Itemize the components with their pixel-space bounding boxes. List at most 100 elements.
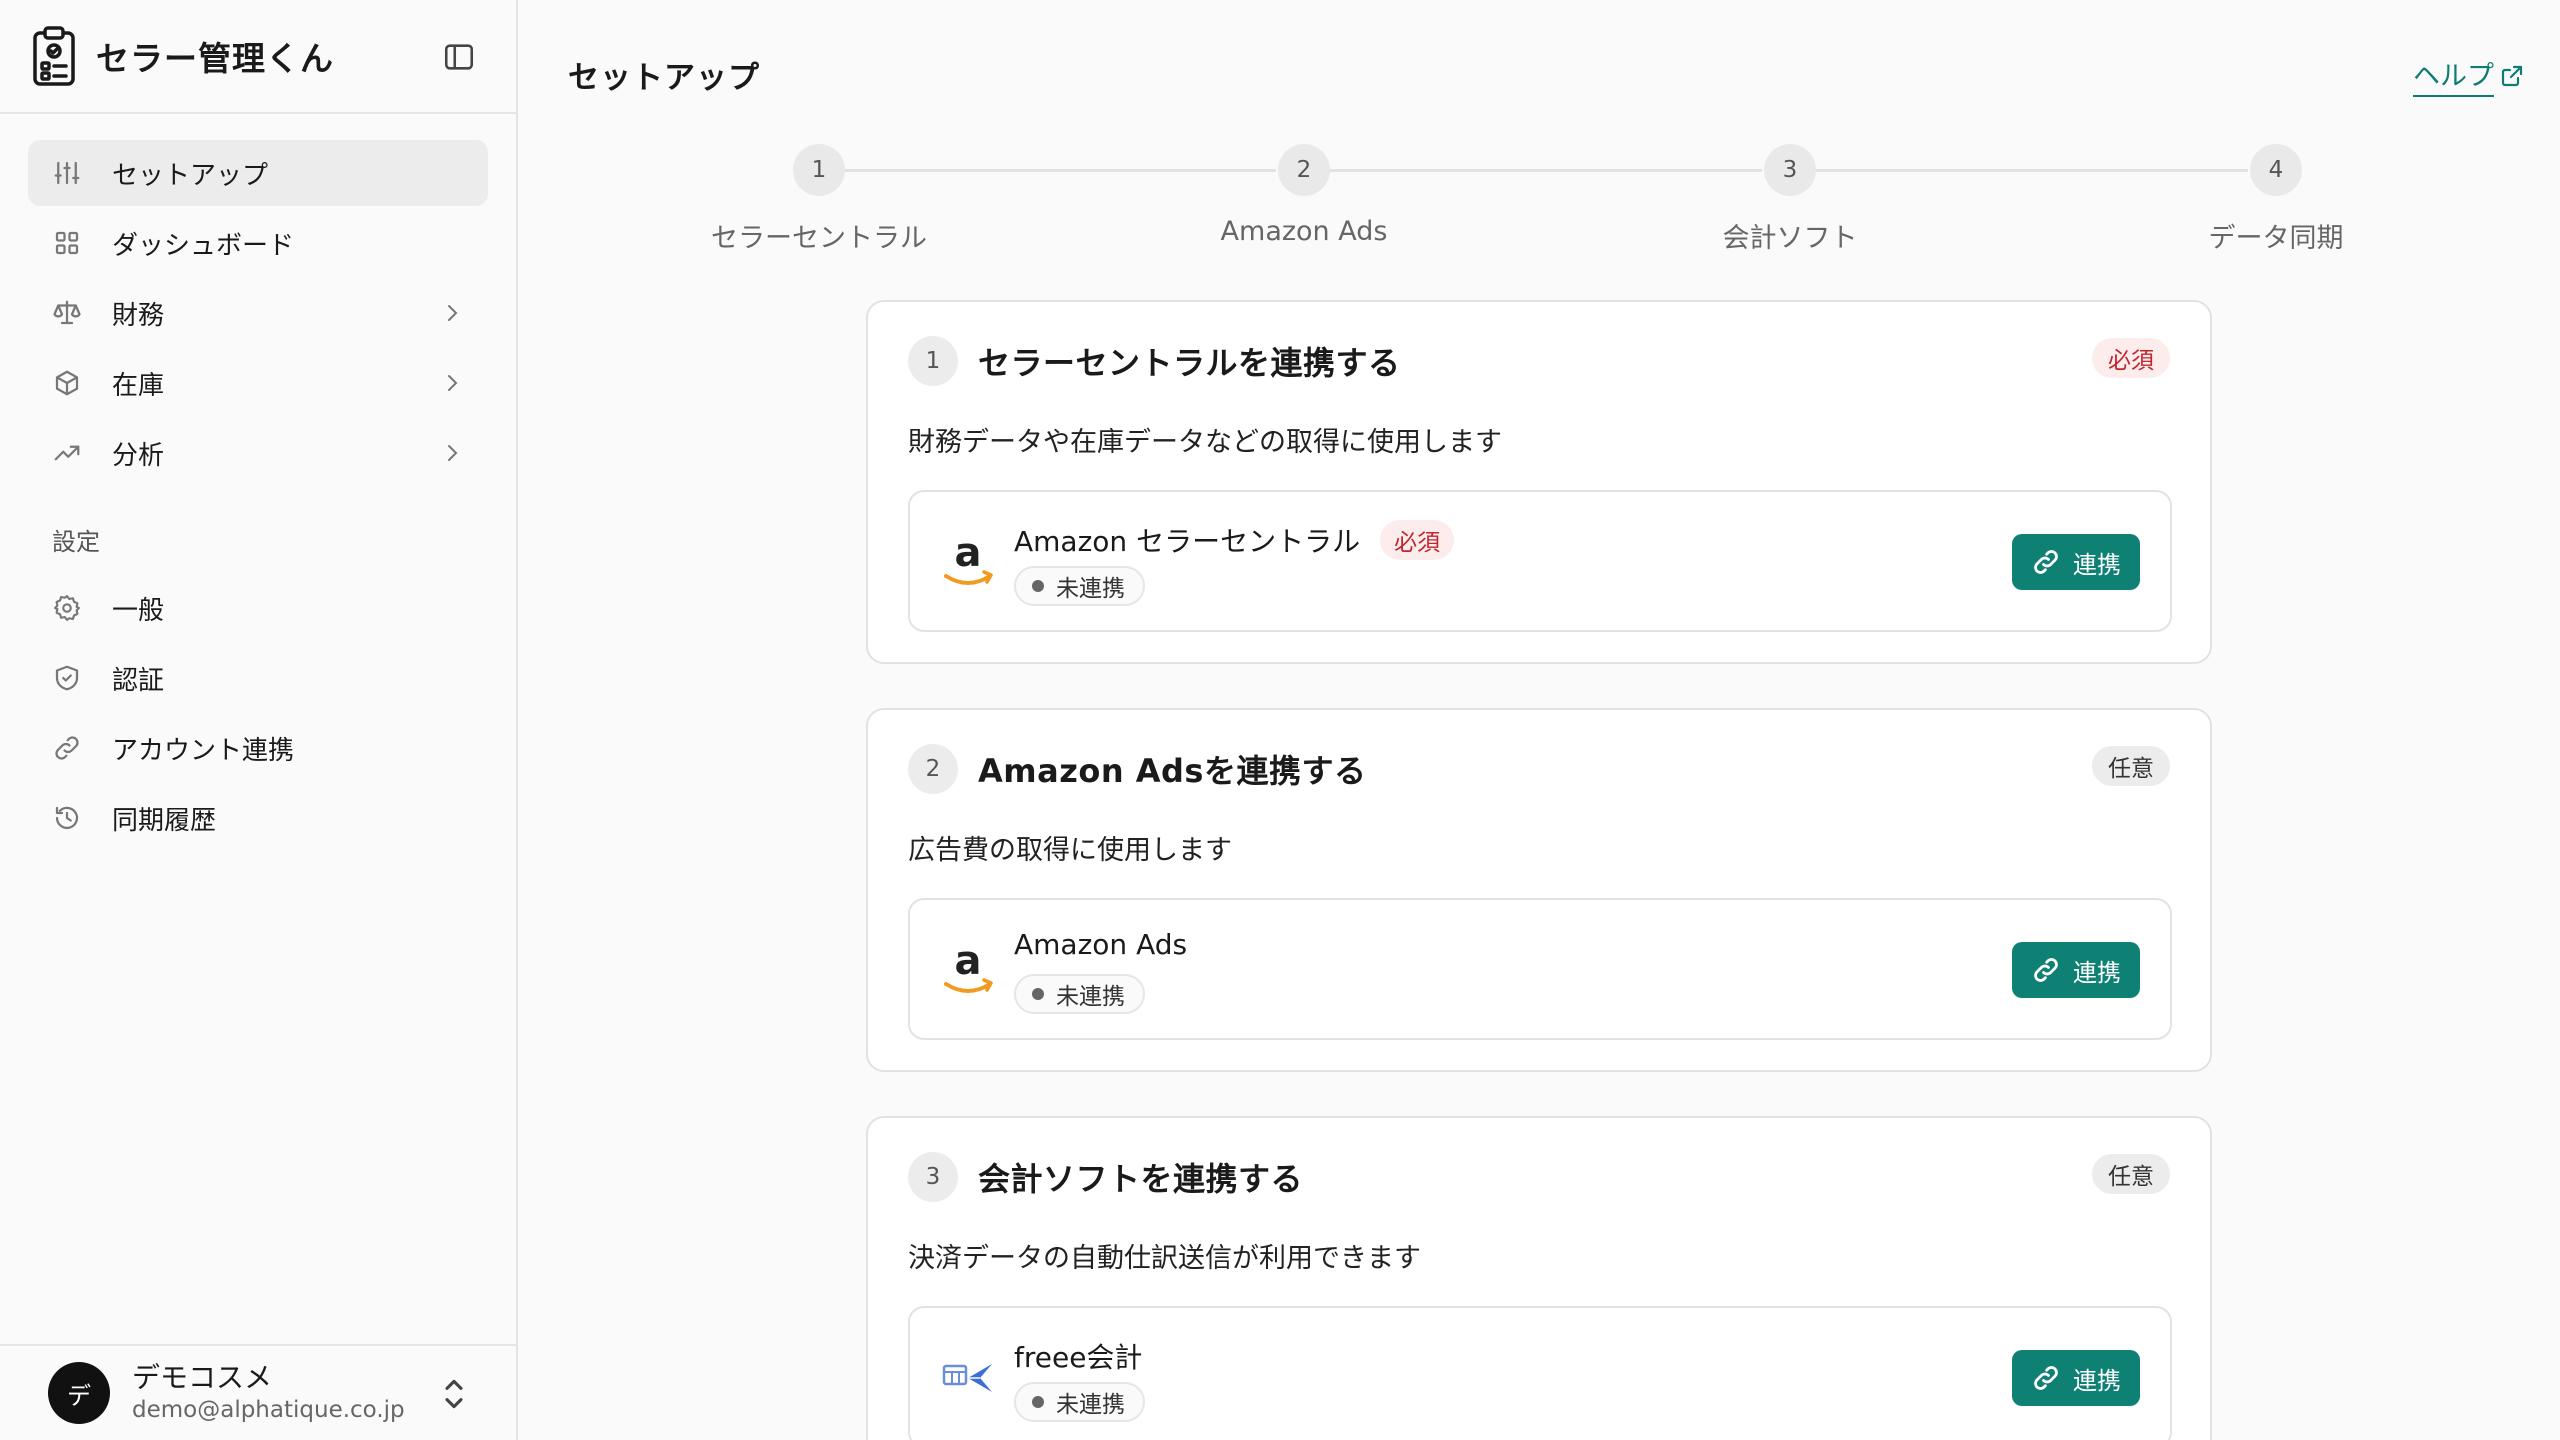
step-1-circle: 1 xyxy=(793,144,845,196)
sidebar-item-label: アカウント連携 xyxy=(112,735,295,766)
shield-icon xyxy=(55,665,79,691)
user-email: demo@alphatique.co.jp xyxy=(132,1397,405,1423)
link-icon xyxy=(2034,958,2058,982)
chevrons-up-down-icon[interactable] xyxy=(440,1374,468,1414)
svg-text:a: a xyxy=(955,532,982,576)
box-icon xyxy=(55,370,79,396)
sidebar-item-label: 分析 xyxy=(112,440,165,471)
sidebar-item-inventory[interactable]: 在庫 xyxy=(28,350,488,416)
status-label: 未連携 xyxy=(1056,576,1125,602)
setup-card-accounting: 3 会計ソフトを連携する 任意 決済データの自動仕訳送信が利用できます free… xyxy=(866,1116,2212,1440)
card-title: セラーセントラルを連携する xyxy=(978,344,1401,382)
main-content: セットアップ ヘルプ 1 2 3 4 セラーセントラル Amazon Ads 会… xyxy=(518,0,2560,1440)
step-4-circle: 4 xyxy=(2250,144,2302,196)
card-description: 広告費の取得に使用します xyxy=(908,835,1232,866)
sidebar-item-general[interactable]: 一般 xyxy=(28,575,488,641)
link-icon xyxy=(55,736,79,760)
connection-name: Amazon Ads xyxy=(1014,928,1188,961)
status-badge: 未連携 xyxy=(1014,566,1145,606)
amazon-logo-icon: a xyxy=(944,532,993,585)
user-name: デモコスメ xyxy=(132,1361,273,1394)
status-dot xyxy=(1032,580,1044,592)
status-dot xyxy=(1032,988,1044,1000)
connect-button[interactable]: 連携 xyxy=(2012,942,2140,998)
step-3-circle: 3 xyxy=(1764,144,1816,196)
clipboard-logo-icon xyxy=(33,26,75,86)
connection-row: a Amazon Ads 未連携 連携 xyxy=(908,898,2172,1040)
app-name: セラー管理くん xyxy=(96,39,334,78)
status-dot xyxy=(1032,1396,1044,1408)
sidebar: セラー管理くん セットアップ ダッシュボード 財務 在庫 分析 設定 一般 認証… xyxy=(0,0,518,1440)
status-badge: 未連携 xyxy=(1014,974,1145,1014)
avatar: デ xyxy=(48,1362,110,1424)
step-connector xyxy=(845,169,1276,172)
step-2-label: Amazon Ads xyxy=(1220,216,1388,247)
sidebar-item-dashboard[interactable]: ダッシュボード xyxy=(28,210,488,276)
page-title: セットアップ xyxy=(568,60,760,96)
card-description: 決済データの自動仕訳送信が利用できます xyxy=(908,1243,1421,1274)
status-badge: 未連携 xyxy=(1014,1382,1145,1422)
scale-icon xyxy=(53,300,81,325)
optional-badge: 任意 xyxy=(2092,1154,2170,1194)
sidebar-item-label: セットアップ xyxy=(112,160,269,191)
card-step-number: 3 xyxy=(908,1152,958,1202)
required-badge: 必須 xyxy=(2092,338,2170,378)
external-link-icon xyxy=(2501,65,2523,86)
sliders-icon xyxy=(54,161,80,185)
connect-button-label: 連携 xyxy=(2073,550,2121,579)
setup-stepper: 1 2 3 4 セラーセントラル Amazon Ads 会計ソフト データ同期 xyxy=(518,144,2560,254)
chevron-right-icon xyxy=(448,445,458,461)
trend-icon xyxy=(54,445,80,461)
step-connector xyxy=(1330,169,1762,172)
card-step-number: 2 xyxy=(908,744,958,794)
step-4-label: データ同期 xyxy=(2208,223,2344,254)
required-badge: 必須 xyxy=(1380,520,1455,560)
card-title: Amazon Adsを連携する xyxy=(978,752,1367,790)
history-icon xyxy=(55,806,79,830)
help-link-label: ヘルプ xyxy=(2413,54,2494,97)
sidebar-item-auth[interactable]: 認証 xyxy=(28,645,488,711)
user-menu[interactable]: デ デモコスメ demo@alphatique.co.jp xyxy=(0,1344,516,1440)
connect-button-label: 連携 xyxy=(2073,1366,2121,1395)
sidebar-item-label: 認証 xyxy=(112,665,165,696)
amazon-logo-icon: a xyxy=(944,940,993,993)
sidebar-item-label: 在庫 xyxy=(112,370,165,401)
connection-name: freee会計 xyxy=(1014,1341,1143,1374)
connection-row: a Amazon セラーセントラル 必須 未連携 連携 xyxy=(908,490,2172,632)
gear-icon xyxy=(54,595,80,621)
connection-name: Amazon セラーセントラル xyxy=(1014,525,1361,558)
card-description: 財務データや在庫データなどの取得に使用します xyxy=(908,427,1502,458)
help-link[interactable]: ヘルプ xyxy=(2413,54,2524,97)
freee-logo-icon xyxy=(942,1364,992,1392)
link-icon xyxy=(2034,550,2058,574)
settings-section-label: 設定 xyxy=(52,528,100,556)
step-3-label: 会計ソフト xyxy=(1722,223,1858,254)
svg-text:a: a xyxy=(955,940,982,984)
sidebar-item-finance[interactable]: 財務 xyxy=(28,280,488,346)
chevron-right-icon xyxy=(448,375,458,391)
sidebar-item-label: 一般 xyxy=(112,595,165,626)
status-label: 未連携 xyxy=(1056,1392,1125,1418)
step-1-label: セラーセントラル xyxy=(711,223,927,254)
card-step-number: 1 xyxy=(908,336,958,386)
sidebar-item-sync-history[interactable]: 同期履歴 xyxy=(28,785,488,851)
card-title: 会計ソフトを連携する xyxy=(978,1160,1304,1198)
chevron-right-icon xyxy=(448,305,458,321)
optional-badge: 任意 xyxy=(2092,746,2170,786)
sidebar-item-label: 同期履歴 xyxy=(112,805,217,836)
connect-button[interactable]: 連携 xyxy=(2012,1350,2140,1406)
sidebar-item-setup[interactable]: セットアップ xyxy=(28,140,488,206)
sidebar-item-label: ダッシュボード xyxy=(112,230,295,261)
link-icon xyxy=(2034,1366,2058,1390)
sidebar-toggle-icon[interactable] xyxy=(442,40,476,74)
status-label: 未連携 xyxy=(1056,984,1125,1010)
sidebar-item-account-link[interactable]: アカウント連携 xyxy=(28,715,488,781)
sidebar-nav: セットアップ ダッシュボード 財務 在庫 分析 設定 一般 認証 アカウント連携… xyxy=(0,114,516,851)
connection-row: freee会計 未連携 連携 xyxy=(908,1306,2172,1440)
connect-button[interactable]: 連携 xyxy=(2012,534,2140,590)
setup-card-seller-central: 1 セラーセントラルを連携する 必須 財務データや在庫データなどの取得に使用しま… xyxy=(866,300,2212,664)
step-connector xyxy=(1816,169,2248,172)
sidebar-item-analytics[interactable]: 分析 xyxy=(28,420,488,486)
setup-card-amazon-ads: 2 Amazon Adsを連携する 任意 広告費の取得に使用します a Amaz… xyxy=(866,708,2212,1072)
connect-button-label: 連携 xyxy=(2073,958,2121,987)
